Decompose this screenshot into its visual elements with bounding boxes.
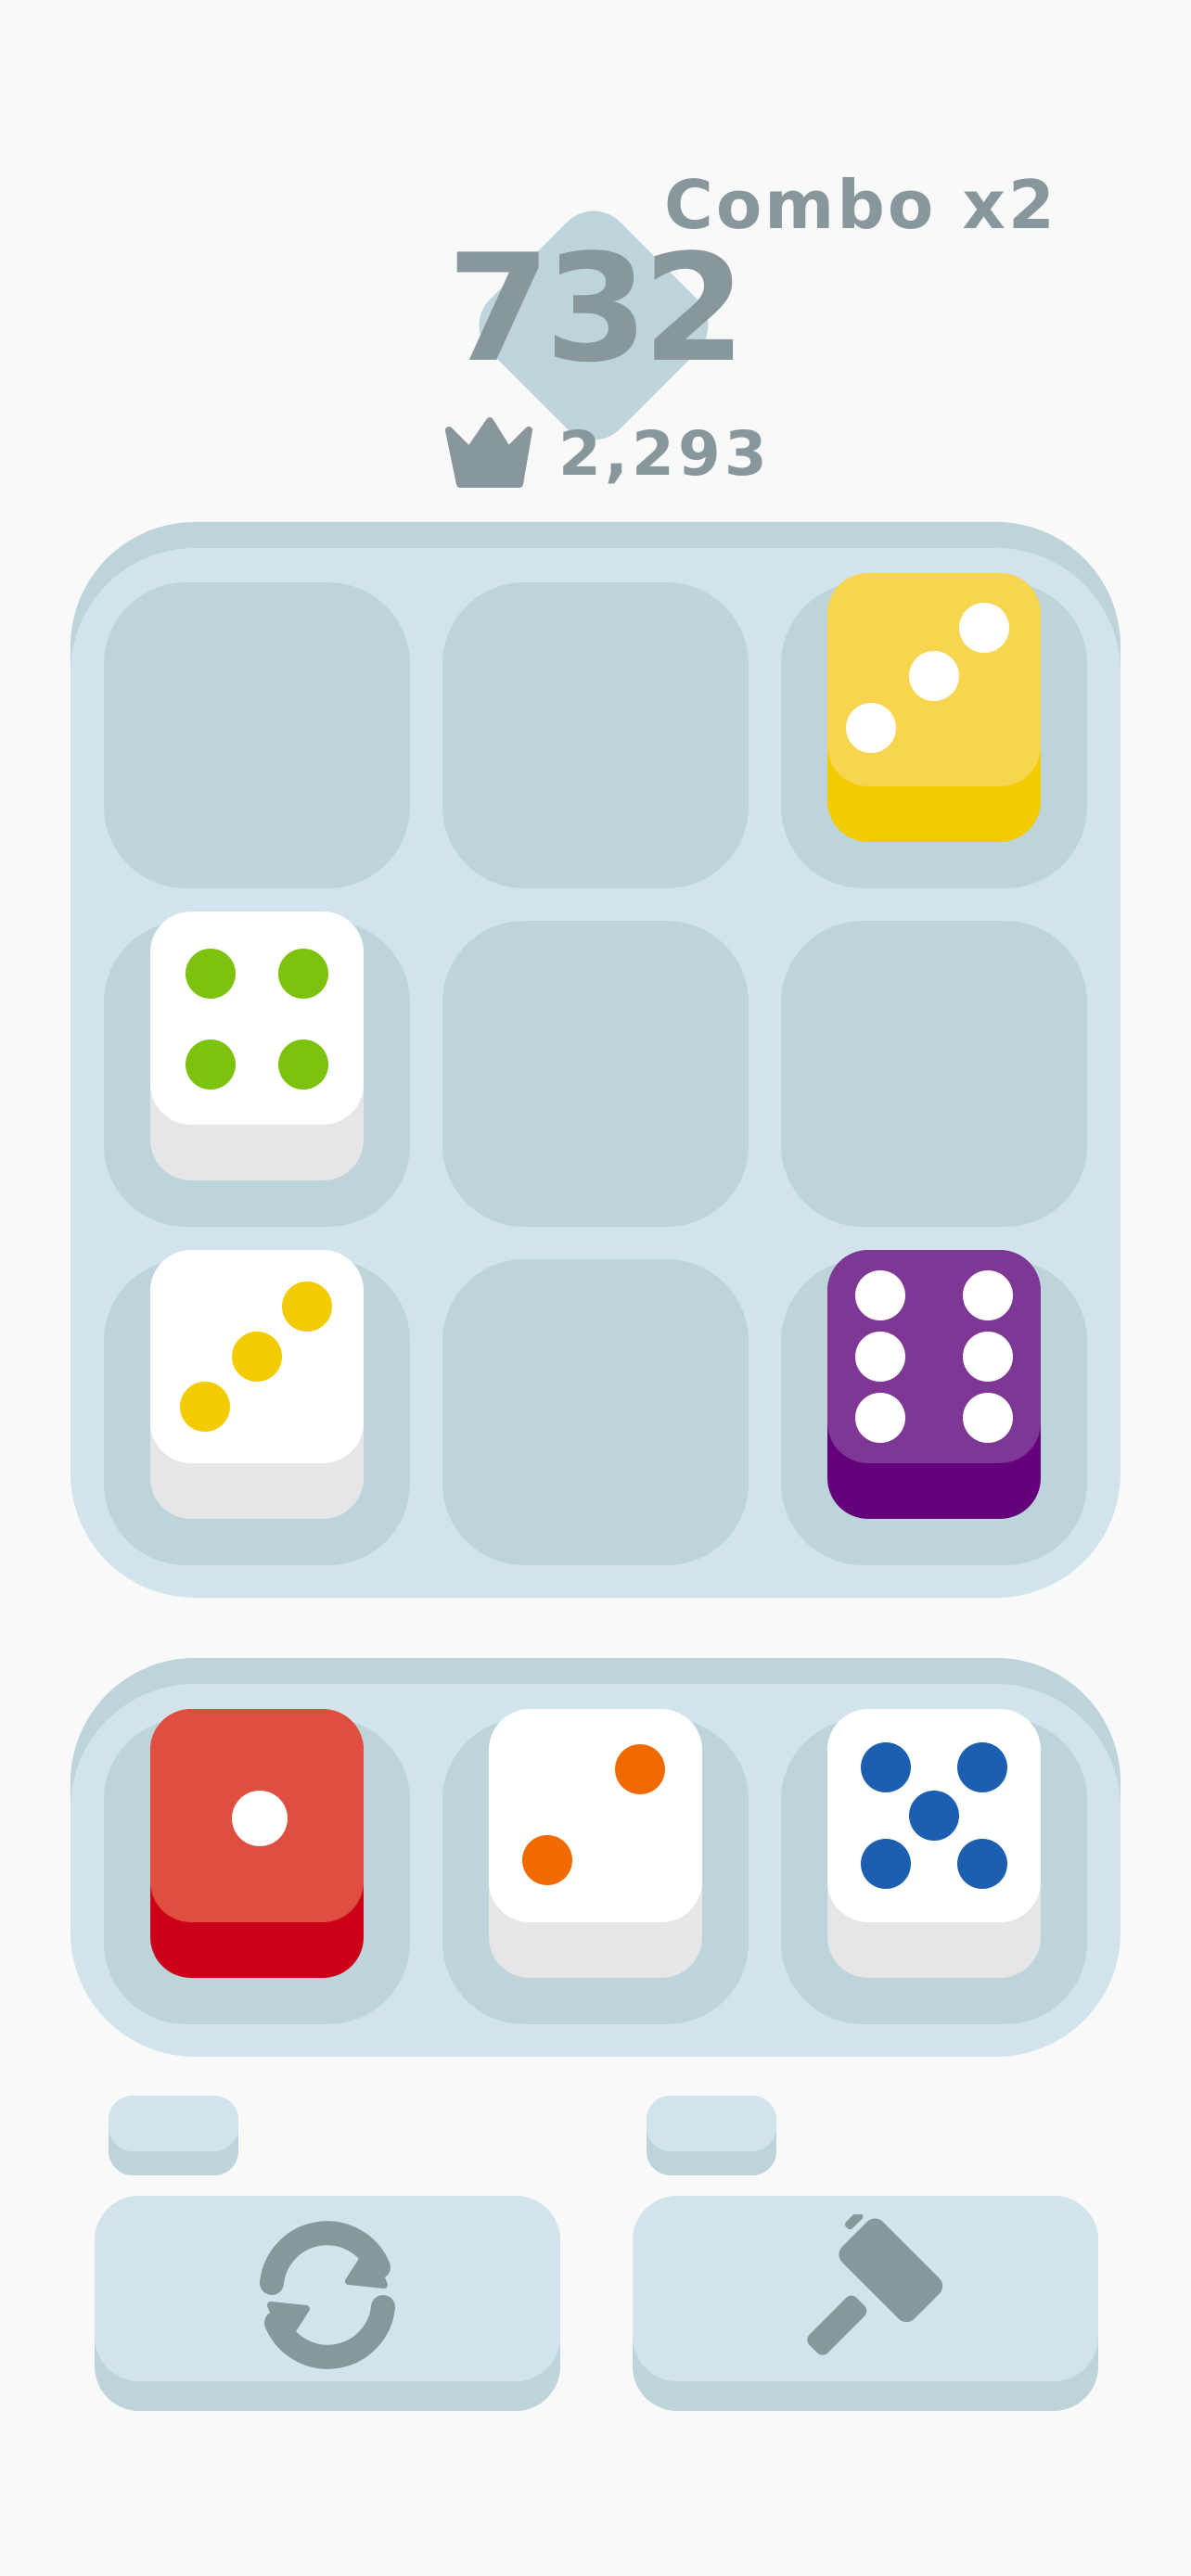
board-slot[interactable] [104,582,410,888]
rack-die-one-red[interactable] [150,1709,364,1978]
best-score-row: 2,293 [442,417,775,491]
board-slot[interactable] [781,921,1087,1227]
rack-die-two-orange[interactable] [489,1709,702,1978]
board-slot[interactable] [442,582,749,888]
hammer-button[interactable] [633,2196,1098,2411]
board-slot[interactable] [442,1259,749,1565]
crown-icon [445,417,532,488]
rack-die-five-blue[interactable] [827,1709,1041,1978]
dice-rack [70,1658,1121,2057]
best-score: 2,293 [558,418,771,490]
reroll-button[interactable] [95,2196,560,2411]
board-slot[interactable] [442,921,749,1227]
game-board [70,522,1121,1598]
hammer-icon [807,2214,943,2355]
hammer-counter [647,2096,776,2175]
reroll-counter [109,2096,238,2175]
die-three-yellow-pips[interactable] [150,1250,364,1519]
refresh-icon [260,2221,395,2369]
die-four-green[interactable] [150,912,364,1180]
die-six-purple[interactable] [827,1250,1041,1519]
die-three-yellow[interactable] [827,573,1041,842]
current-score: 732 [447,222,746,395]
